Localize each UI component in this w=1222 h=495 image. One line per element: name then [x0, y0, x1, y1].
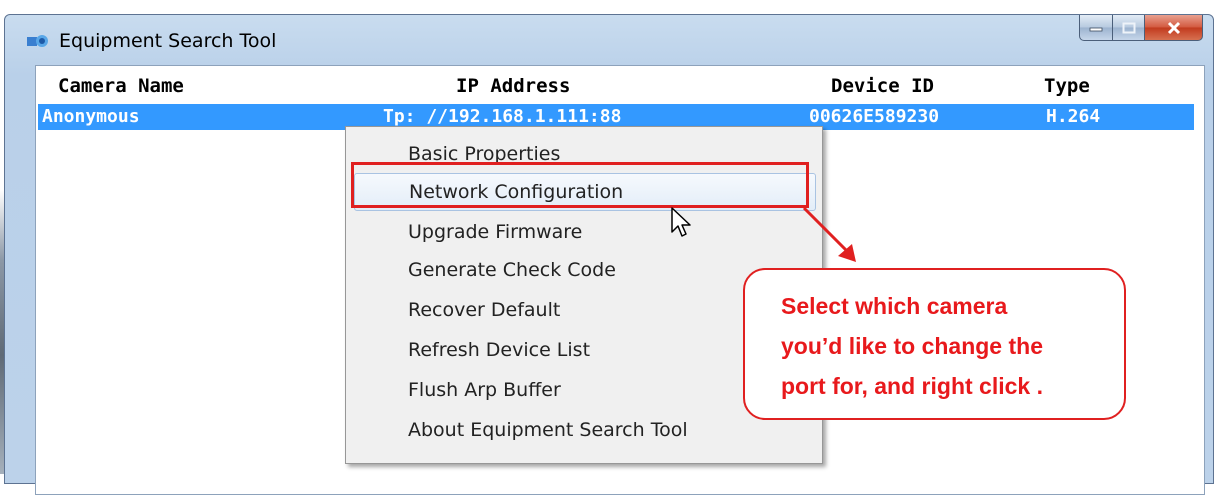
maximize-button[interactable] [1113, 15, 1145, 41]
close-button[interactable] [1145, 15, 1203, 41]
cell-ip-address: Tp: //192.168.1.111:88 [383, 106, 622, 127]
maximize-icon [1122, 22, 1135, 33]
highlight-box [351, 162, 809, 208]
cell-type: H.264 [1046, 106, 1101, 127]
minimize-icon [1089, 27, 1103, 31]
column-device-id[interactable]: Device ID [831, 75, 934, 97]
annotation-callout: Select which camera you’d like to change… [743, 268, 1126, 420]
app-icon [27, 35, 48, 47]
close-icon [1167, 21, 1180, 34]
callout-line-1: Select which camera [781, 293, 1008, 319]
window-title: Equipment Search Tool [59, 30, 277, 52]
menu-item-about[interactable]: About Equipment Search Tool [354, 411, 816, 449]
cell-camera-name: Anonymous [42, 106, 140, 127]
cell-device-id: 00626E589230 [809, 106, 940, 127]
mouse-pointer-icon [671, 207, 691, 237]
menu-item-upgrade-firmware[interactable]: Upgrade Firmware [354, 213, 816, 251]
column-ip-address[interactable]: IP Address [456, 75, 570, 97]
column-camera-name[interactable]: Camera Name [58, 75, 184, 97]
table-header: Camera Name IP Address Device ID Type [36, 66, 1204, 104]
column-type[interactable]: Type [1044, 75, 1090, 97]
callout-line-3: port for, and right click . [781, 373, 1043, 399]
title-bar[interactable]: Equipment Search Tool [5, 15, 1213, 65]
minimize-button[interactable] [1079, 15, 1113, 41]
callout-line-2: you’d like to change the [781, 333, 1043, 359]
annotation-arrow-icon [802, 206, 856, 262]
